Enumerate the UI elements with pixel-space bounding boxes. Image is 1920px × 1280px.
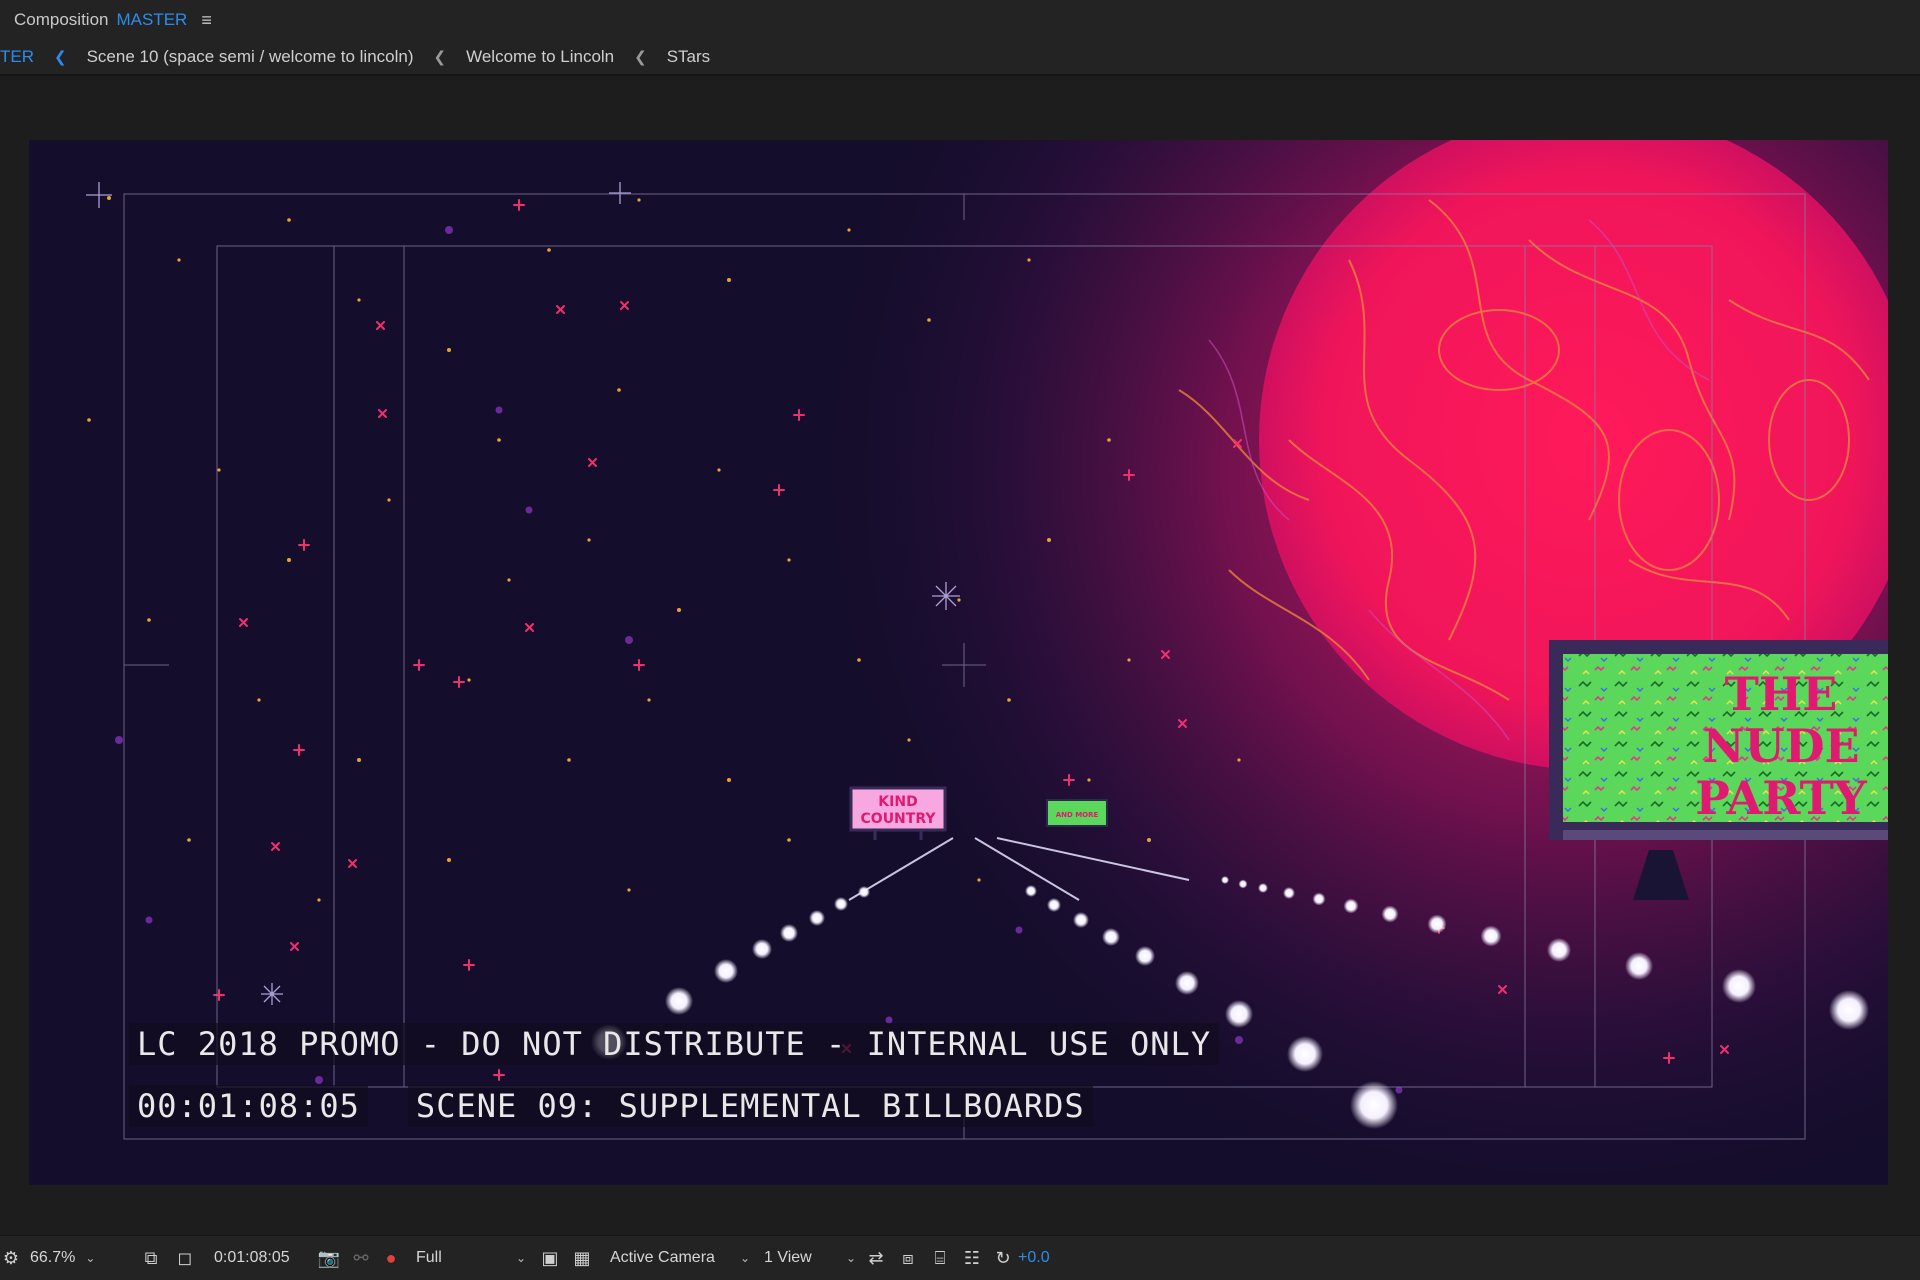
view-layout-value: 1 View (764, 1249, 812, 1266)
svg-text:KIND: KIND (878, 794, 917, 810)
viewer-toolbar: ⚙ 66.7% ⌄ ⧉ ◻ 0:01:08:05 📷 ⚯ ● Full ⌄ ▣ … (0, 1235, 1920, 1280)
zoom-value: 66.7% (30, 1249, 76, 1266)
breadcrumb-welcome-to-lincoln[interactable]: Welcome to Lincoln (456, 47, 624, 67)
burn-in-watermark: LC 2018 PROMO - DO NOT DISTRIBUTE - INTE… (129, 1023, 1220, 1065)
toggle-pixel-aspect-icon[interactable]: ⇄ (860, 1248, 892, 1269)
chevron-left-icon: ❮ (634, 49, 647, 66)
chevron-left-icon: ❮ (433, 49, 447, 66)
svg-text:COUNTRY: COUNTRY (861, 811, 937, 827)
burn-in-scene-label: SCENE 09: SUPPLEMENTAL BILLBOARDS (407, 1085, 1093, 1127)
view-layout-dropdown[interactable]: 1 View ⌄ (754, 1249, 860, 1267)
resolution-dropdown[interactable]: Full ⌄ (406, 1249, 534, 1267)
chevron-down-icon: ⌄ (740, 1251, 751, 1265)
composition-panel-header: Composition MASTER ≡ (0, 0, 1920, 40)
region-of-interest-icon[interactable]: ◻ (168, 1248, 202, 1269)
flowchart-icon[interactable]: ☷ (956, 1248, 988, 1269)
show-snapshot-icon[interactable]: ⚯ (346, 1248, 376, 1269)
transparency-grid-icon[interactable]: ▦ (566, 1248, 598, 1269)
chevron-down-icon: ⌄ (85, 1251, 96, 1265)
fast-previews-icon[interactable]: ▣ (534, 1248, 566, 1269)
exposure-value[interactable]: +0.0 (1018, 1249, 1078, 1267)
timeline-icon[interactable]: ⌸ (924, 1248, 956, 1269)
composition-name[interactable]: MASTER (117, 10, 188, 30)
color-channels-icon[interactable]: ● (376, 1248, 406, 1269)
always-preview-icon[interactable]: ⚙ (0, 1248, 22, 1269)
current-time-value: 0:01:08:05 (214, 1249, 290, 1266)
breadcrumb-master[interactable]: TER (0, 47, 44, 67)
chevron-left-icon: ❮ (54, 49, 67, 66)
billboard-and-more: AND MORE (1046, 799, 1108, 827)
chevron-down-icon: ⌄ (846, 1251, 857, 1265)
burn-in-info: 00:01:08:05 SCENE 09: SUPPLEMENTAL BILLB… (129, 1085, 1093, 1127)
magnification-dropdown[interactable]: 66.7% ⌄ (22, 1249, 134, 1267)
composition-breadcrumb: TER ❮ Scene 10 (space semi / welcome to … (0, 40, 1920, 76)
camera-view-value: Active Camera (610, 1249, 715, 1266)
current-time-display[interactable]: 0:01:08:05 (202, 1249, 312, 1267)
burn-in-promo-text: LC 2018 PROMO - DO NOT DISTRIBUTE - INTE… (129, 1023, 1220, 1065)
panel-title-prefix: Composition (14, 10, 109, 29)
resolution-value: Full (416, 1249, 442, 1266)
composition-frame[interactable]: KIND COUNTRY AND MORE THE NUDE PARTY LC … (29, 140, 1888, 1185)
svg-text:THE: THE (1725, 667, 1838, 721)
panel-menu-icon[interactable]: ≡ (201, 10, 212, 31)
camera-view-dropdown[interactable]: Active Camera ⌄ (598, 1249, 754, 1267)
svg-text:AND MORE: AND MORE (1056, 811, 1099, 819)
after-effects-window: Composition MASTER ≡ TER ❮ Scene 10 (spa… (0, 0, 1920, 1280)
reset-exposure-icon[interactable]: ↻ (988, 1248, 1018, 1269)
fast-draft-icon[interactable]: ⧈ (892, 1248, 924, 1269)
burn-in-timecode: 00:01:08:05 (129, 1085, 368, 1127)
composition-viewer-area[interactable]: KIND COUNTRY AND MORE THE NUDE PARTY LC … (0, 78, 1920, 1235)
breadcrumb-stars[interactable]: STars (657, 47, 720, 67)
svg-text:NUDE: NUDE (1702, 719, 1859, 773)
chevron-down-icon: ⌄ (516, 1251, 527, 1265)
breadcrumb-scene-10[interactable]: Scene 10 (space semi / welcome to lincol… (77, 47, 424, 67)
camera-snapshot-icon[interactable]: 📷 (312, 1248, 346, 1269)
svg-text:PARTY: PARTY (1695, 771, 1868, 825)
fit-frame-icon[interactable]: ⧉ (134, 1248, 168, 1269)
